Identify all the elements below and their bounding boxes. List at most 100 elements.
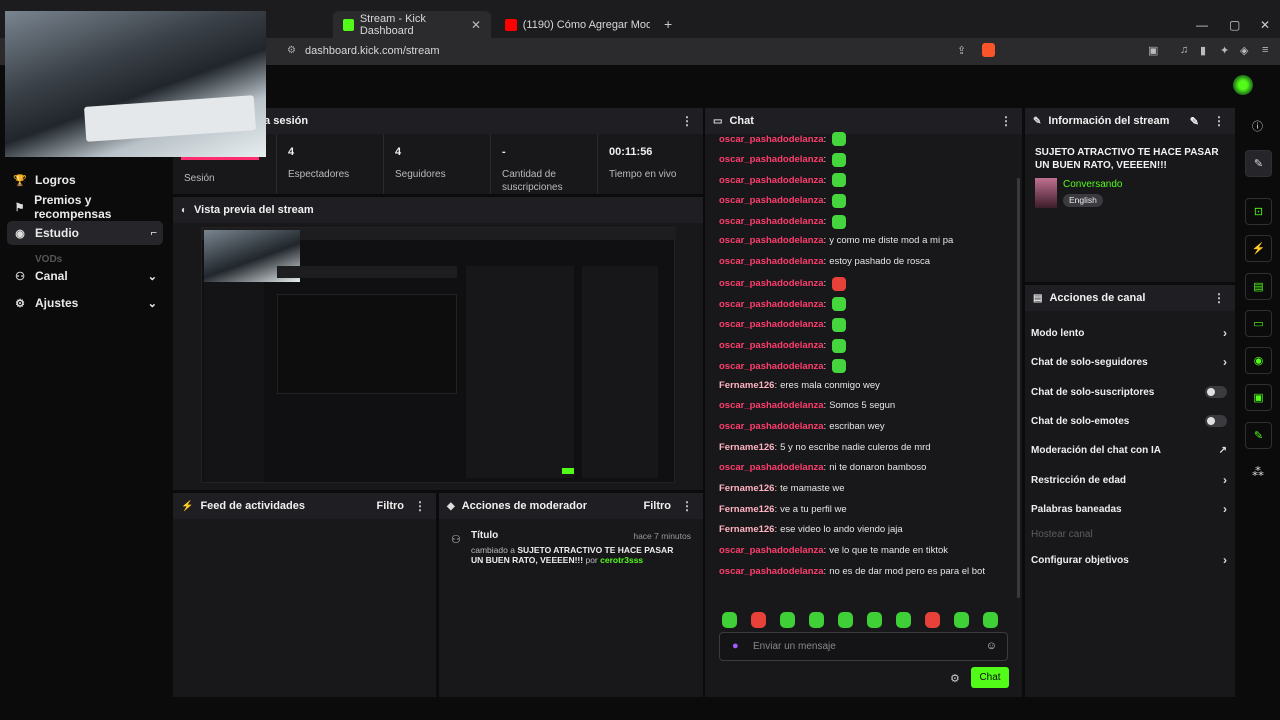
chat-username[interactable]: Fername126 xyxy=(719,524,774,535)
toggle-switch[interactable] xyxy=(1205,386,1227,398)
chat-settings-icon[interactable]: ⚙ xyxy=(950,672,960,685)
sidebar-item-logros[interactable]: 🏆 Logros xyxy=(7,168,163,192)
emote-button[interactable] xyxy=(722,612,737,628)
camera-icon[interactable]: ⊡ xyxy=(1245,198,1272,225)
vpn-icon[interactable]: ◈ xyxy=(1240,44,1248,57)
apps-icon[interactable]: ⁂ xyxy=(1252,465,1264,479)
more-options-icon[interactable]: ⋮ xyxy=(681,114,693,128)
chat-username[interactable]: oscar_pashadodelanza xyxy=(719,566,824,577)
chat-username[interactable]: oscar_pashadodelanza xyxy=(719,278,824,289)
chat-username[interactable]: oscar_pashadodelanza xyxy=(719,400,824,411)
minimize-icon[interactable]: — xyxy=(1196,18,1208,32)
mod-entry-user[interactable]: cerotr3sss xyxy=(600,555,643,565)
action-moderacion-ia[interactable]: Moderación del chat con IA ↗ xyxy=(1031,441,1227,459)
sidebar-item-premios[interactable]: ⚑ Premios y recompensas xyxy=(7,193,163,221)
tab-youtube[interactable]: (1190) Cómo Agregar Moderadores xyxy=(495,11,660,38)
maximize-icon[interactable]: ▢ xyxy=(1229,18,1240,32)
chat-username[interactable]: oscar_pashadodelanza xyxy=(719,299,824,310)
chat-username[interactable]: oscar_pashadodelanza xyxy=(719,195,824,206)
filter-button[interactable]: Filtro xyxy=(377,500,405,512)
chat-bubble-icon[interactable]: ▭ xyxy=(1245,310,1272,337)
emote-button[interactable] xyxy=(809,612,824,628)
action-palabras-baneadas[interactable]: Palabras baneadas › xyxy=(1031,500,1227,518)
pencil-icon[interactable]: ✎ xyxy=(1245,150,1272,177)
wrench-icon[interactable]: ✎ xyxy=(1245,422,1272,449)
close-icon[interactable]: ✕ xyxy=(471,18,481,32)
emote-button[interactable] xyxy=(983,612,998,628)
sidebar-toggle-icon[interactable]: ▮ xyxy=(1200,44,1206,57)
chat-username[interactable]: Fername126 xyxy=(719,504,774,515)
emote-button[interactable] xyxy=(780,612,795,628)
bolt-icon[interactable]: ⚡ xyxy=(1245,235,1272,262)
action-modo-lento[interactable]: Modo lento › xyxy=(1031,324,1227,342)
sidebar-item-estudio[interactable]: ◉ Estudio ⌐ xyxy=(7,221,163,245)
more-options-icon[interactable]: ⋮ xyxy=(1213,291,1225,305)
sidebar-item-ajustes[interactable]: ⚙ Ajustes ⌄ xyxy=(7,291,163,315)
more-options-icon[interactable]: ⋮ xyxy=(1000,114,1012,128)
filter-button[interactable]: Filtro xyxy=(644,500,672,512)
chat-username[interactable]: oscar_pashadodelanza xyxy=(719,361,824,372)
chat-input-box[interactable]: ● Enviar un mensaje ☺ xyxy=(719,632,1008,661)
chat-username[interactable]: oscar_pashadodelanza xyxy=(719,319,824,330)
broadcast-icon[interactable]: ◉ xyxy=(1245,347,1272,374)
panel-title: Vista previa del stream xyxy=(194,204,314,216)
more-options-icon[interactable]: ⋮ xyxy=(681,499,693,513)
action-solo-suscriptores[interactable]: Chat de solo-suscriptores xyxy=(1031,383,1227,401)
action-solo-emotes[interactable]: Chat de solo-emotes xyxy=(1031,412,1227,430)
stream-preview-video[interactable] xyxy=(201,227,676,483)
emote-button[interactable] xyxy=(896,612,911,628)
emoji-icon[interactable]: ☺ xyxy=(986,640,997,652)
chat-username[interactable]: oscar_pashadodelanza xyxy=(719,462,824,473)
site-info-icon[interactable]: ⚙ xyxy=(287,45,296,56)
window-close-icon[interactable]: ✕ xyxy=(1260,18,1270,32)
chat-bubble-icon: ▭ xyxy=(713,115,723,127)
emote-icon xyxy=(832,338,847,353)
chat-message: Fername126: te mamaste we xyxy=(719,483,845,495)
edit-icon[interactable]: ✎ xyxy=(1190,115,1199,128)
avatar[interactable] xyxy=(1233,75,1253,95)
share-icon[interactable]: ⇪ xyxy=(957,44,966,57)
chat-username[interactable]: oscar_pashadodelanza xyxy=(719,421,824,432)
chat-username[interactable]: oscar_pashadodelanza xyxy=(719,216,824,227)
emote-button[interactable] xyxy=(838,612,853,628)
stream-category[interactable]: Conversando xyxy=(1063,179,1122,190)
gear-icon: ⚙ xyxy=(15,297,25,310)
chat-username[interactable]: oscar_pashadodelanza xyxy=(719,340,824,351)
chat-username[interactable]: oscar_pashadodelanza xyxy=(719,175,824,186)
tab-kick-dashboard[interactable]: Stream - Kick Dashboard ✕ xyxy=(333,11,491,38)
action-configurar-objetivos[interactable]: Configurar objetivos › xyxy=(1031,551,1227,569)
tab-label: (1190) Cómo Agregar Moderadores xyxy=(522,18,650,31)
chat-username[interactable]: Fername126 xyxy=(719,442,774,453)
chat-username[interactable]: oscar_pashadodelanza xyxy=(719,235,824,246)
emote-button[interactable] xyxy=(751,612,766,628)
emote-button[interactable] xyxy=(925,612,940,628)
info-icon[interactable]: ⓘ xyxy=(1252,118,1263,134)
chat-username[interactable]: oscar_pashadodelanza xyxy=(719,256,824,267)
more-options-icon[interactable]: ⋮ xyxy=(1213,114,1225,128)
new-tab-icon[interactable]: + xyxy=(664,16,672,32)
chat-username[interactable]: Fername126 xyxy=(719,483,774,494)
layout-icon[interactable]: ▣ xyxy=(1245,384,1272,411)
url-field[interactable]: dashboard.kick.com/stream xyxy=(305,45,440,57)
action-solo-seguidores[interactable]: Chat de solo-seguidores › xyxy=(1031,353,1227,371)
emote-button[interactable] xyxy=(954,612,969,628)
toggle-switch[interactable] xyxy=(1205,415,1227,427)
chat-username[interactable]: Fername126 xyxy=(719,380,774,391)
leo-icon[interactable]: ✦ xyxy=(1220,44,1229,57)
collapse-icon: ⌐ xyxy=(150,227,157,239)
chat-username[interactable]: oscar_pashadodelanza xyxy=(719,545,824,556)
chat-username[interactable]: oscar_pashadodelanza xyxy=(719,154,824,165)
chat-scrollbar[interactable] xyxy=(1017,178,1020,598)
document-icon[interactable]: ▤ xyxy=(1245,273,1272,300)
emote-button[interactable] xyxy=(867,612,882,628)
brave-shield-icon[interactable] xyxy=(982,43,995,57)
menu-icon[interactable]: ≡ xyxy=(1262,44,1268,56)
microphone-icon[interactable]: ● xyxy=(732,640,739,652)
send-chat-button[interactable]: Chat xyxy=(971,667,1009,688)
chat-username[interactable]: oscar_pashadodelanza xyxy=(719,134,824,145)
cast-icon[interactable]: ▣ xyxy=(1148,44,1158,57)
sidebar-item-canal[interactable]: ⚇ Canal ⌄ xyxy=(7,264,163,288)
music-icon[interactable]: ♫ xyxy=(1180,44,1188,56)
action-restriccion-edad[interactable]: Restricción de edad › xyxy=(1031,471,1227,489)
more-options-icon[interactable]: ⋮ xyxy=(414,499,426,513)
